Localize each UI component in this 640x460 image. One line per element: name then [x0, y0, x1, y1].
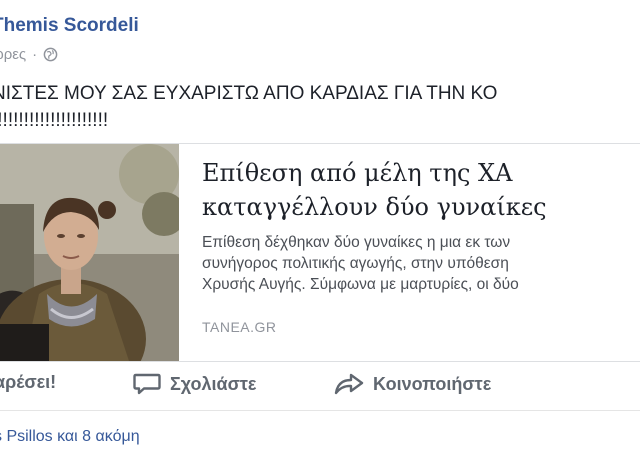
- comment-button[interactable]: Σχολιάστε: [133, 372, 256, 396]
- post-author[interactable]: Themis Scordeli: [0, 15, 139, 37]
- article-description-line-1: Επίθεση δέχθηκαν δύο γυναίκες η μια εκ τ…: [202, 234, 511, 251]
- share-button-label: Κοινοποιήστε: [373, 373, 492, 394]
- article-description-line-3: Χρυσής Αυγής. Σύμφωνα με μαρτυρίες, οι δ…: [202, 276, 519, 293]
- facebook-post: Themis Scordeli ώρες · ΝΙΣΤΕΣ ΜΟΥ ΣΑΣ ΕΥ…: [0, 0, 640, 460]
- globe-icon[interactable]: [43, 47, 58, 62]
- article-thumbnail-image[interactable]: [0, 144, 179, 361]
- comment-icon: [133, 373, 161, 395]
- article-source: TANEA.GR: [202, 319, 277, 335]
- article-description: Επίθεση δέχθηκαν δύο γυναίκες η μια εκ τ…: [202, 232, 640, 295]
- post-text-line-1: ΝΙΣΤΕΣ ΜΟΥ ΣΑΣ ΕΥΧΑΡΙΣΤΩ ΑΠΟ ΚΑΡΔΙΑΣ ΓΙΑ…: [0, 83, 498, 104]
- like-button-label: αρέσει!: [0, 372, 57, 392]
- article-title-line-1: Επίθεση από μέλη της ΧΑ: [202, 159, 513, 187]
- share-icon: [334, 373, 364, 395]
- comment-button-label: Σχολιάστε: [170, 373, 257, 394]
- link-preview-card[interactable]: Επίθεση από μέλη της ΧΑ καταγγέλλουν δύο…: [0, 143, 640, 362]
- like-button[interactable]: αρέσει!: [0, 372, 56, 393]
- post-text: ΝΙΣΤΕΣ ΜΟΥ ΣΑΣ ΕΥΧΑΡΙΣΤΩ ΑΠΟ ΚΑΡΔΙΑΣ ΓΙΑ…: [0, 80, 640, 134]
- post-action-bar: αρέσει! Σχολιάστε Κοινοποιήστε: [0, 360, 640, 411]
- article-title[interactable]: Επίθεση από μέλη της ΧΑ καταγγέλλουν δύο…: [202, 156, 640, 224]
- meta-separator: ·: [32, 46, 38, 63]
- article-title-line-2: καταγγέλλουν δύο γυναίκες: [202, 193, 547, 221]
- article-description-line-2: συνήγορος πολιτικής αγωγής, στην υπόθεση: [202, 255, 509, 272]
- reactions-summary[interactable]: s Psillos και 8 ακόμη: [0, 428, 140, 446]
- link-text-block: Επίθεση από μέλη της ΧΑ καταγγέλλουν δύο…: [202, 156, 640, 295]
- post-text-line-2: !!!!!!!!!!!!!!!!!!!!!!: [0, 110, 109, 131]
- post-timestamp[interactable]: ώρες: [0, 46, 26, 63]
- share-button[interactable]: Κοινοποιήστε: [334, 372, 491, 396]
- post-meta: ώρες ·: [0, 46, 58, 63]
